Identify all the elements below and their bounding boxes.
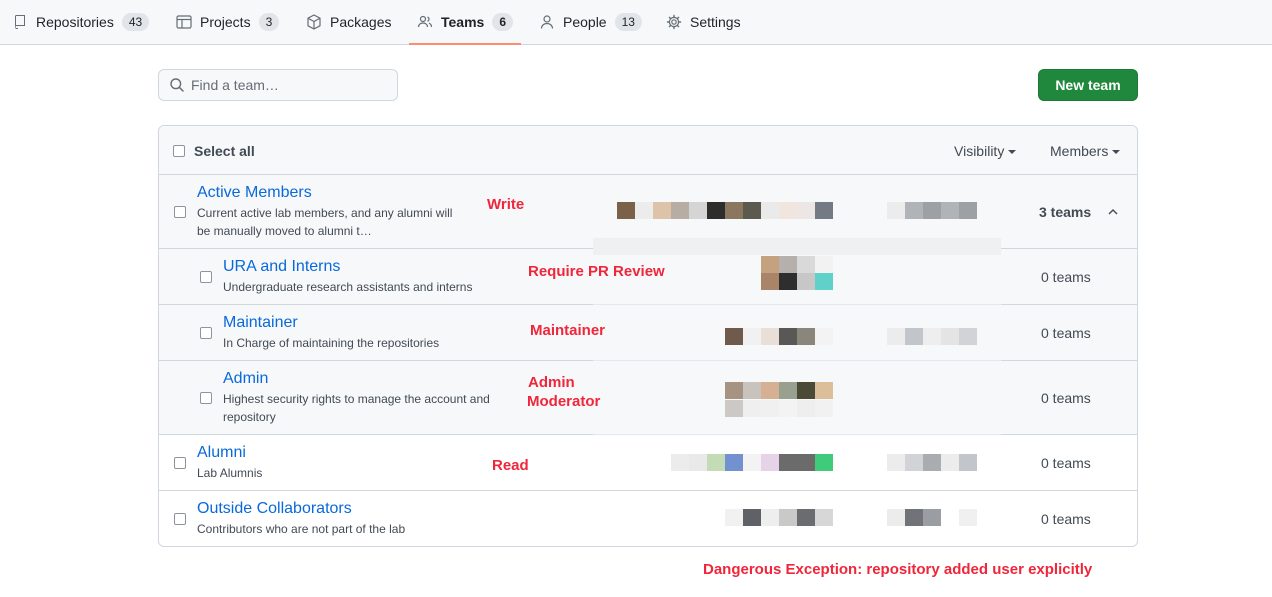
team-description: In Charge of maintaining the repositorie… <box>223 336 440 350</box>
member-avatars-redacted <box>761 273 833 290</box>
count-badge: 13 <box>614 13 642 31</box>
member-avatars-redacted <box>671 454 833 471</box>
visibility-dropdown[interactable]: Visibility <box>954 143 1017 159</box>
table-row: Outside Collaborators Contributors who a… <box>159 491 1137 546</box>
caret-down-icon <box>1112 150 1121 155</box>
search-icon <box>169 77 185 93</box>
row-checkbox[interactable] <box>200 270 212 283</box>
people-icon <box>417 14 433 30</box>
visibility-label: Visibility <box>954 143 1005 159</box>
caret-down-icon <box>1008 150 1017 155</box>
members-label: Members <box>1050 143 1109 159</box>
child-teams-count[interactable]: 0 teams <box>1041 511 1091 527</box>
tab-label: Settings <box>690 14 741 30</box>
count-badge: 3 <box>258 13 280 31</box>
annotation-require-pr: Require PR Review <box>528 263 665 280</box>
member-avatars-redacted <box>617 202 833 219</box>
team-name-link[interactable]: Maintainer <box>223 314 298 332</box>
annotation-write: Write <box>487 196 525 213</box>
team-name-link[interactable]: Admin <box>223 370 268 388</box>
member-avatars-redacted <box>725 509 833 526</box>
annotation-read: Read <box>492 457 529 474</box>
annotation-admin: Admin <box>528 374 575 391</box>
row-checkbox[interactable] <box>200 391 212 404</box>
team-name-link[interactable]: Alumni <box>197 444 246 462</box>
tab-packages[interactable]: Packages <box>306 0 391 44</box>
child-teams-count[interactable]: 3 teams <box>1039 204 1091 220</box>
tab-settings[interactable]: Settings <box>666 0 741 44</box>
annotation-exception: Dangerous Exception: repository added us… <box>703 561 1093 578</box>
org-nav: Repositories 43 Projects 3 Packages Team… <box>0 0 1272 45</box>
redaction-band <box>593 238 1001 255</box>
row-checkbox[interactable] <box>174 456 186 469</box>
package-icon <box>306 14 322 30</box>
count-badge: 43 <box>121 13 150 31</box>
tab-label: Packages <box>330 14 392 30</box>
tab-label: Repositories <box>36 14 114 30</box>
team-name-link[interactable]: URA and Interns <box>223 258 340 276</box>
row-checkbox[interactable] <box>200 326 212 339</box>
annotation-moderator: Moderator <box>527 393 601 410</box>
team-search[interactable] <box>158 69 398 101</box>
count-badge: 6 <box>492 13 514 31</box>
child-teams-count[interactable]: 0 teams <box>1041 269 1091 285</box>
select-all-checkbox[interactable] <box>173 145 185 157</box>
tab-teams[interactable]: Teams 6 <box>408 0 522 45</box>
child-teams-count[interactable]: 0 teams <box>1041 455 1091 471</box>
tab-repositories[interactable]: Repositories 43 <box>12 0 150 44</box>
team-description: Highest security rights to manage the ac… <box>223 392 490 424</box>
row-checkbox[interactable] <box>174 513 186 525</box>
members-dropdown[interactable]: Members <box>1050 143 1121 159</box>
table-row: Alumni Lab Alumnis 0 teams <box>159 435 1137 491</box>
child-teams-count[interactable]: 0 teams <box>1041 325 1091 341</box>
member-avatars-redacted <box>887 454 977 471</box>
team-description: Contributors who are not part of the lab <box>197 522 406 536</box>
table-header: Select all Visibility Members <box>159 126 1137 175</box>
member-avatars-redacted <box>725 400 833 417</box>
member-avatars-redacted <box>761 256 833 273</box>
member-avatars-redacted <box>725 328 833 345</box>
repo-icon <box>12 14 28 30</box>
team-name-link[interactable]: Outside Collaborators <box>197 500 352 518</box>
chevron-up-icon[interactable] <box>1108 207 1118 217</box>
child-teams-count[interactable]: 0 teams <box>1041 390 1091 406</box>
tab-label: People <box>563 14 607 30</box>
team-description: Current active lab members, and any alum… <box>197 206 453 238</box>
search-input[interactable] <box>191 77 381 93</box>
tab-label: Projects <box>200 14 251 30</box>
member-avatars-redacted <box>887 202 977 219</box>
team-description: Lab Alumnis <box>197 466 263 480</box>
member-avatars-redacted <box>725 382 833 399</box>
tab-people[interactable]: People 13 <box>539 0 642 44</box>
team-description: Undergraduate research assistants and in… <box>223 280 473 294</box>
new-team-button[interactable]: New team <box>1038 69 1138 101</box>
project-icon <box>176 14 192 30</box>
annotation-maintainer: Maintainer <box>530 322 606 339</box>
member-avatars-redacted <box>887 509 977 526</box>
select-all-label: Select all <box>194 143 255 159</box>
tab-label: Teams <box>441 14 485 30</box>
row-checkbox[interactable] <box>174 205 186 218</box>
person-icon <box>539 14 555 30</box>
tab-projects[interactable]: Projects 3 <box>176 0 280 44</box>
member-avatars-redacted <box>887 328 977 345</box>
team-name-link[interactable]: Active Members <box>197 184 312 202</box>
gear-icon <box>666 14 682 30</box>
